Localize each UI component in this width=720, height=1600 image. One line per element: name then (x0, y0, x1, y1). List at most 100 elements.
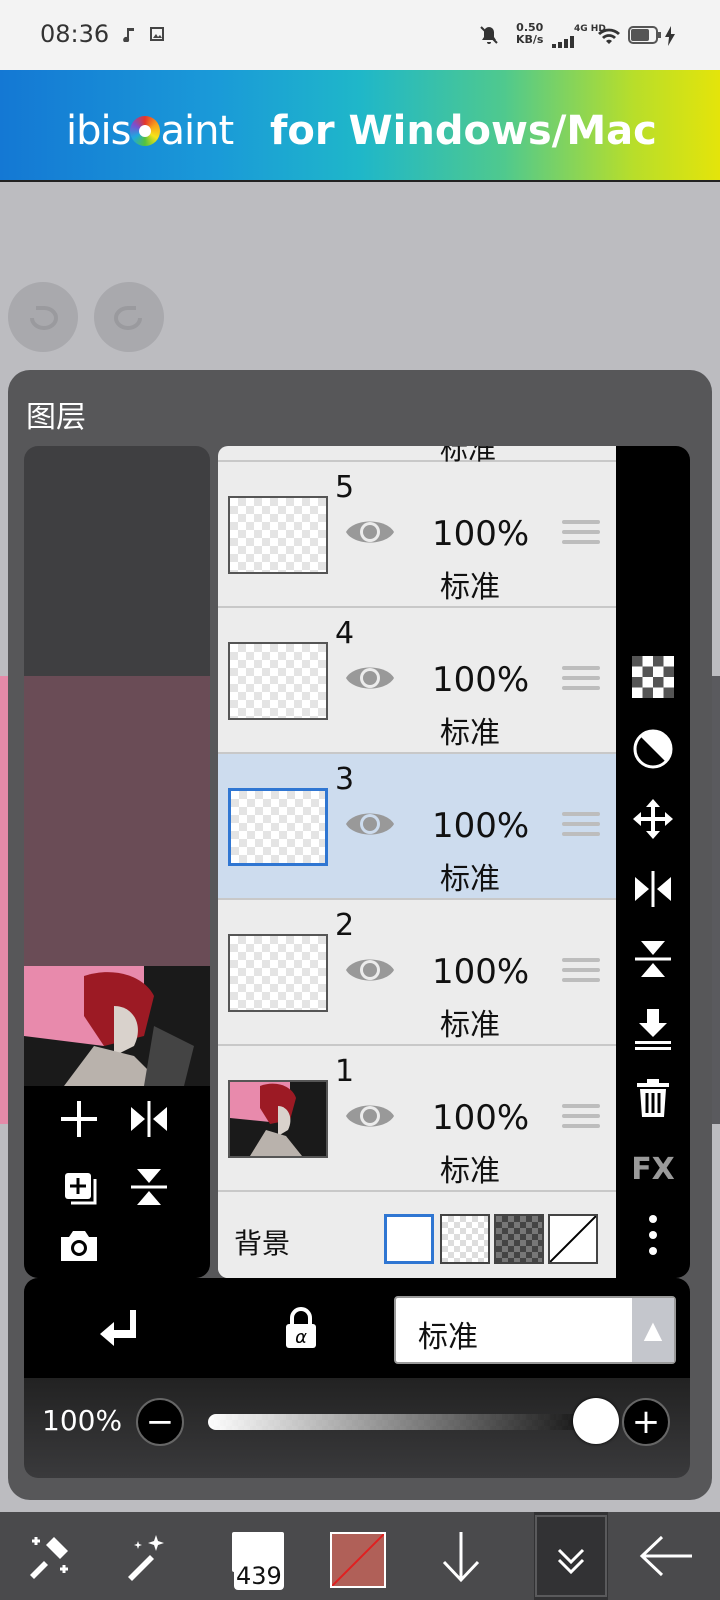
status-bar: 08:36 0.50 KB/s 4G HD (0, 0, 720, 70)
layer-row-2[interactable]: 2 100% 标准 (218, 900, 616, 1046)
layer-number: 5 (335, 470, 355, 505)
camera-button[interactable] (54, 1220, 104, 1270)
layer-mode: 标准 (440, 716, 500, 751)
partial-layer-row[interactable]: 标准 (218, 446, 616, 466)
eye-icon[interactable] (344, 1096, 396, 1136)
layers-menu-button[interactable] (534, 1512, 608, 1600)
artwork-thumbnail (24, 966, 210, 1086)
drag-handle[interactable] (562, 666, 600, 698)
opacity-slider[interactable] (208, 1414, 604, 1430)
charging-icon (665, 26, 675, 46)
magic-brush-button[interactable] (110, 1512, 180, 1600)
bg-white-swatch[interactable] (384, 1214, 434, 1264)
half-circle-icon (633, 729, 673, 769)
flip-vertical-button[interactable] (124, 1162, 174, 1212)
move-button[interactable] (630, 796, 676, 842)
back-button[interactable] (626, 1512, 706, 1600)
flip-layer-horizontal-button[interactable] (630, 866, 676, 912)
layer-opacity: 100% (432, 514, 530, 554)
dropdown-arrow-icon: ▲ (632, 1298, 674, 1362)
image-icon (150, 27, 164, 41)
layer-number: 4 (335, 616, 355, 651)
invert-button[interactable] (630, 726, 676, 772)
layer-1-artwork (230, 1082, 302, 1156)
flip-layer-vertical-button[interactable] (630, 936, 676, 982)
alpha-lock-button[interactable]: α (278, 1304, 324, 1354)
eye-icon[interactable] (344, 512, 396, 552)
eye-icon[interactable] (344, 950, 396, 990)
alpha-lock-icon: α (286, 1307, 316, 1348)
chevron-down-icon (535, 1515, 607, 1597)
wifi-icon (598, 28, 620, 44)
add-layer-button[interactable] (54, 1094, 104, 1144)
flip-horizontal-button[interactable] (124, 1094, 174, 1144)
canvas-thumbnail[interactable] (24, 966, 210, 1086)
eye-icon[interactable] (344, 804, 396, 844)
opacity-decrease-button[interactable]: − (136, 1398, 184, 1446)
layer-opacity: 100% (432, 952, 530, 992)
back-arrow-icon (639, 1535, 692, 1577)
layer-row-1[interactable]: 1 100% 标准 (218, 1046, 616, 1192)
merge-down-icon (635, 1009, 671, 1050)
layer-thumbnail (228, 496, 328, 574)
banner-tagline: for Windows/Mac (270, 108, 657, 154)
merge-down-button[interactable] (630, 1006, 676, 1052)
plus-icon: + (631, 1402, 661, 1442)
transform-tool-icon (30, 1537, 68, 1579)
background-label: 背景 (234, 1227, 291, 1260)
layer-number: 1 (335, 1054, 355, 1089)
logo-text-right: aint (160, 108, 234, 154)
layer-thumbnail (228, 1080, 328, 1158)
clipping-button[interactable] (94, 1304, 140, 1354)
drag-handle[interactable] (562, 520, 600, 552)
signal-icon (552, 36, 574, 48)
blend-mode-select[interactable]: 标准 ▲ (394, 1296, 676, 1364)
ibispaint-logo: ibis aint (66, 108, 234, 154)
color-button[interactable] (330, 1532, 386, 1588)
color-wheel-icon (130, 116, 161, 146)
redo-button[interactable] (94, 282, 164, 352)
color-slash-icon (332, 1534, 384, 1586)
layer-list[interactable]: 标准 5 100% 标准 4 100% 标准 3 100% 标准 2 100% … (218, 446, 616, 1278)
layer-row-3[interactable]: 3 100% 标准 (218, 754, 616, 900)
canvas-preview (24, 676, 210, 966)
drag-handle[interactable] (562, 812, 600, 844)
delete-layer-button[interactable] (630, 1074, 676, 1120)
layer-thumbnail (228, 934, 328, 1012)
layer-mode: 标准 (440, 1154, 500, 1189)
undo-icon (30, 306, 58, 330)
undo-button[interactable] (8, 282, 78, 352)
opacity-increase-button[interactable]: + (622, 1398, 670, 1446)
panel-title: 图层 (26, 400, 86, 435)
download-button[interactable] (426, 1512, 496, 1600)
drag-handle[interactable] (562, 958, 600, 990)
add-layer-icon (61, 1101, 97, 1137)
flip-horizontal-icon (635, 871, 671, 907)
flip-vertical-icon (635, 941, 671, 977)
magic-brush-icon (128, 1535, 164, 1581)
bg-transparent-light-swatch[interactable] (440, 1214, 490, 1264)
eye-icon[interactable] (344, 658, 396, 698)
fx-button[interactable]: FX (630, 1146, 676, 1192)
transparency-button[interactable] (630, 654, 676, 700)
layer-opacity: 100% (432, 1098, 530, 1138)
ad-banner[interactable]: ibis aint for Windows/Mac (0, 70, 720, 182)
layer-row-4[interactable]: 4 100% 标准 (218, 608, 616, 754)
layer-tools (24, 1086, 210, 1278)
status-time: 08:36 (40, 20, 110, 48)
opacity-slider-knob[interactable] (573, 1398, 619, 1444)
bg-none-swatch[interactable] (548, 1214, 598, 1264)
layer-mode: 标准 (440, 570, 500, 605)
clipping-arrow-icon (100, 1310, 136, 1346)
bottom-toolbar: 439 (0, 1512, 720, 1600)
redo-icon (114, 306, 142, 330)
blend-mode-value: 标准 (418, 1320, 478, 1355)
more-button[interactable] (630, 1212, 676, 1258)
layer-row-5[interactable]: 5 100% 标准 (218, 462, 616, 608)
transform-tool-button[interactable] (14, 1512, 84, 1600)
drag-handle[interactable] (562, 1104, 600, 1136)
logo-text-left: ibis (66, 108, 131, 154)
bg-transparent-dark-swatch[interactable] (494, 1214, 544, 1264)
duplicate-layer-button[interactable] (54, 1162, 104, 1212)
minus-icon: − (145, 1402, 175, 1442)
